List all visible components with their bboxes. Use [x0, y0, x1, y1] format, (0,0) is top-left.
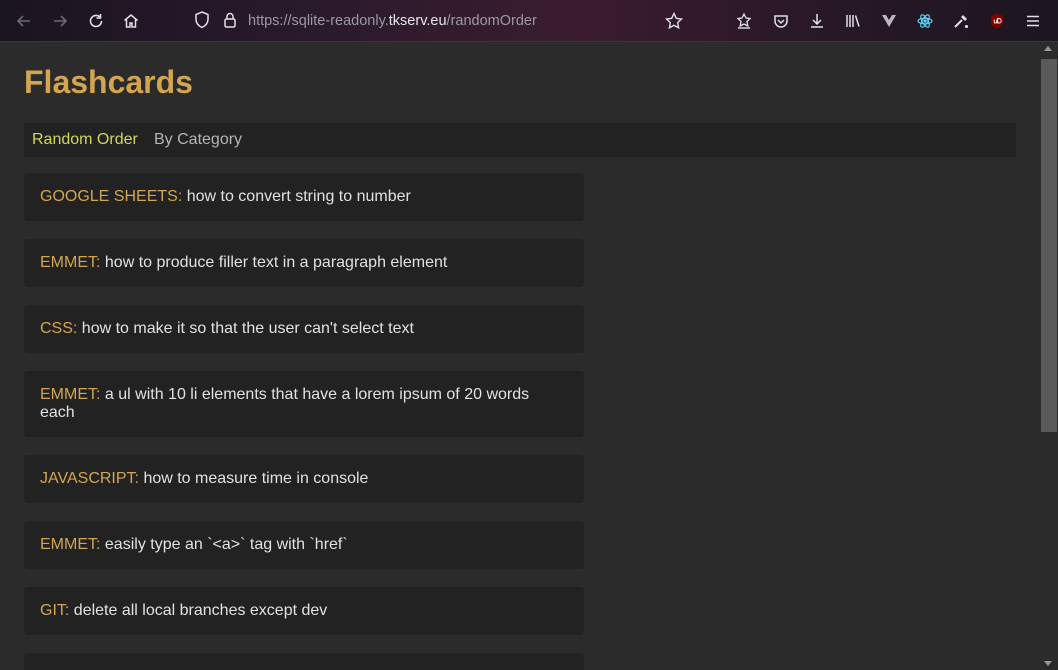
card-category: JAVASCRIPT: — [40, 470, 139, 487]
color-picker-button[interactable] — [949, 9, 973, 33]
nav-by-category[interactable]: By Category — [154, 131, 242, 149]
address-bar[interactable]: https://sqlite-readonly.tkserv.eu/random… — [190, 8, 690, 34]
eyedropper-icon — [954, 15, 968, 28]
vertical-scrollbar[interactable] — [1040, 42, 1058, 670]
lock-icon[interactable] — [220, 10, 240, 35]
flashcard[interactable]: CSS: how to make it so that the user can… — [24, 305, 584, 353]
reload-icon — [89, 14, 103, 28]
category-nav: Random Order By Category — [24, 123, 1016, 157]
card-question: a ul with 10 li elements that have a lor… — [40, 386, 530, 421]
scroll-down-arrow-icon[interactable] — [1044, 661, 1052, 666]
download-icon — [811, 14, 823, 28]
bookmark-star-icon[interactable] — [664, 11, 684, 36]
flashcard[interactable]: JAVASCRIPT: how to measure time in conso… — [24, 455, 584, 503]
scroll-up-arrow-icon[interactable] — [1044, 46, 1052, 51]
card-category: CSS: — [40, 320, 78, 337]
card-question: easily type an `<a>` tag with `href` — [104, 536, 348, 553]
flashcard[interactable]: EMMET: easily type an `<a>` tag with `hr… — [24, 521, 584, 569]
forward-button[interactable] — [48, 9, 72, 33]
flashcard[interactable]: GOOGLE SHEETS: how to convert string to … — [24, 173, 584, 221]
card-category: GIT: — [40, 602, 70, 619]
flashcard[interactable]: EMMET: a ul with 10 li elements that hav… — [24, 371, 584, 437]
hamburger-menu-icon — [1027, 15, 1039, 27]
share-icon — [736, 12, 752, 29]
vue-icon — [882, 15, 896, 27]
card-category: EMMET: — [40, 254, 101, 271]
nav-random-order[interactable]: Random Order — [32, 131, 138, 149]
pocket-icon — [774, 15, 788, 28]
card-category: EMMET: — [40, 536, 101, 553]
library-icon — [846, 15, 860, 27]
back-button[interactable] — [12, 9, 36, 33]
menu-button[interactable] — [1021, 9, 1045, 33]
card-question: how to measure time in console — [143, 470, 369, 487]
flashcard-partial[interactable] — [24, 653, 584, 670]
ublock-button[interactable] — [985, 9, 1009, 33]
react-icon — [917, 14, 933, 28]
url-text[interactable]: https://sqlite-readonly.tkserv.eu/random… — [248, 13, 537, 29]
card-category: EMMET: — [40, 386, 101, 403]
page-title: Flashcards — [24, 64, 193, 100]
url-prefix: https://sqlite-readonly. — [248, 13, 389, 29]
back-arrow-icon — [16, 15, 30, 27]
extensions-button[interactable] — [732, 9, 756, 33]
flashcard[interactable]: GIT: delete all local branches except de… — [24, 587, 584, 635]
react-devtools-button[interactable] — [913, 9, 937, 33]
card-question: how to convert string to number — [186, 188, 411, 205]
reload-button[interactable] — [84, 9, 108, 33]
forward-arrow-icon — [54, 15, 68, 27]
pocket-button[interactable] — [769, 9, 793, 33]
card-category: GOOGLE SHEETS: — [40, 188, 183, 205]
downloads-button[interactable] — [805, 9, 829, 33]
flashcard[interactable]: EMMET: how to produce filler text in a p… — [24, 239, 584, 287]
ublock-shield-icon — [991, 13, 1003, 29]
vue-devtools-button[interactable] — [877, 9, 901, 33]
browser-toolbar: https://sqlite-readonly.tkserv.eu/random… — [0, 0, 1058, 42]
shield-icon[interactable] — [192, 10, 212, 35]
card-question: how to make it so that the user can't se… — [81, 320, 414, 337]
scrollbar-thumb[interactable] — [1041, 59, 1057, 432]
card-question: delete all local branches except dev — [73, 602, 328, 619]
home-button[interactable] — [119, 9, 143, 33]
library-button[interactable] — [841, 9, 865, 33]
home-icon — [124, 14, 138, 28]
url-domain: tkserv.eu — [388, 13, 447, 29]
url-path: /randomOrder — [446, 13, 537, 29]
card-question: how to produce filler text in a paragrap… — [104, 254, 448, 271]
